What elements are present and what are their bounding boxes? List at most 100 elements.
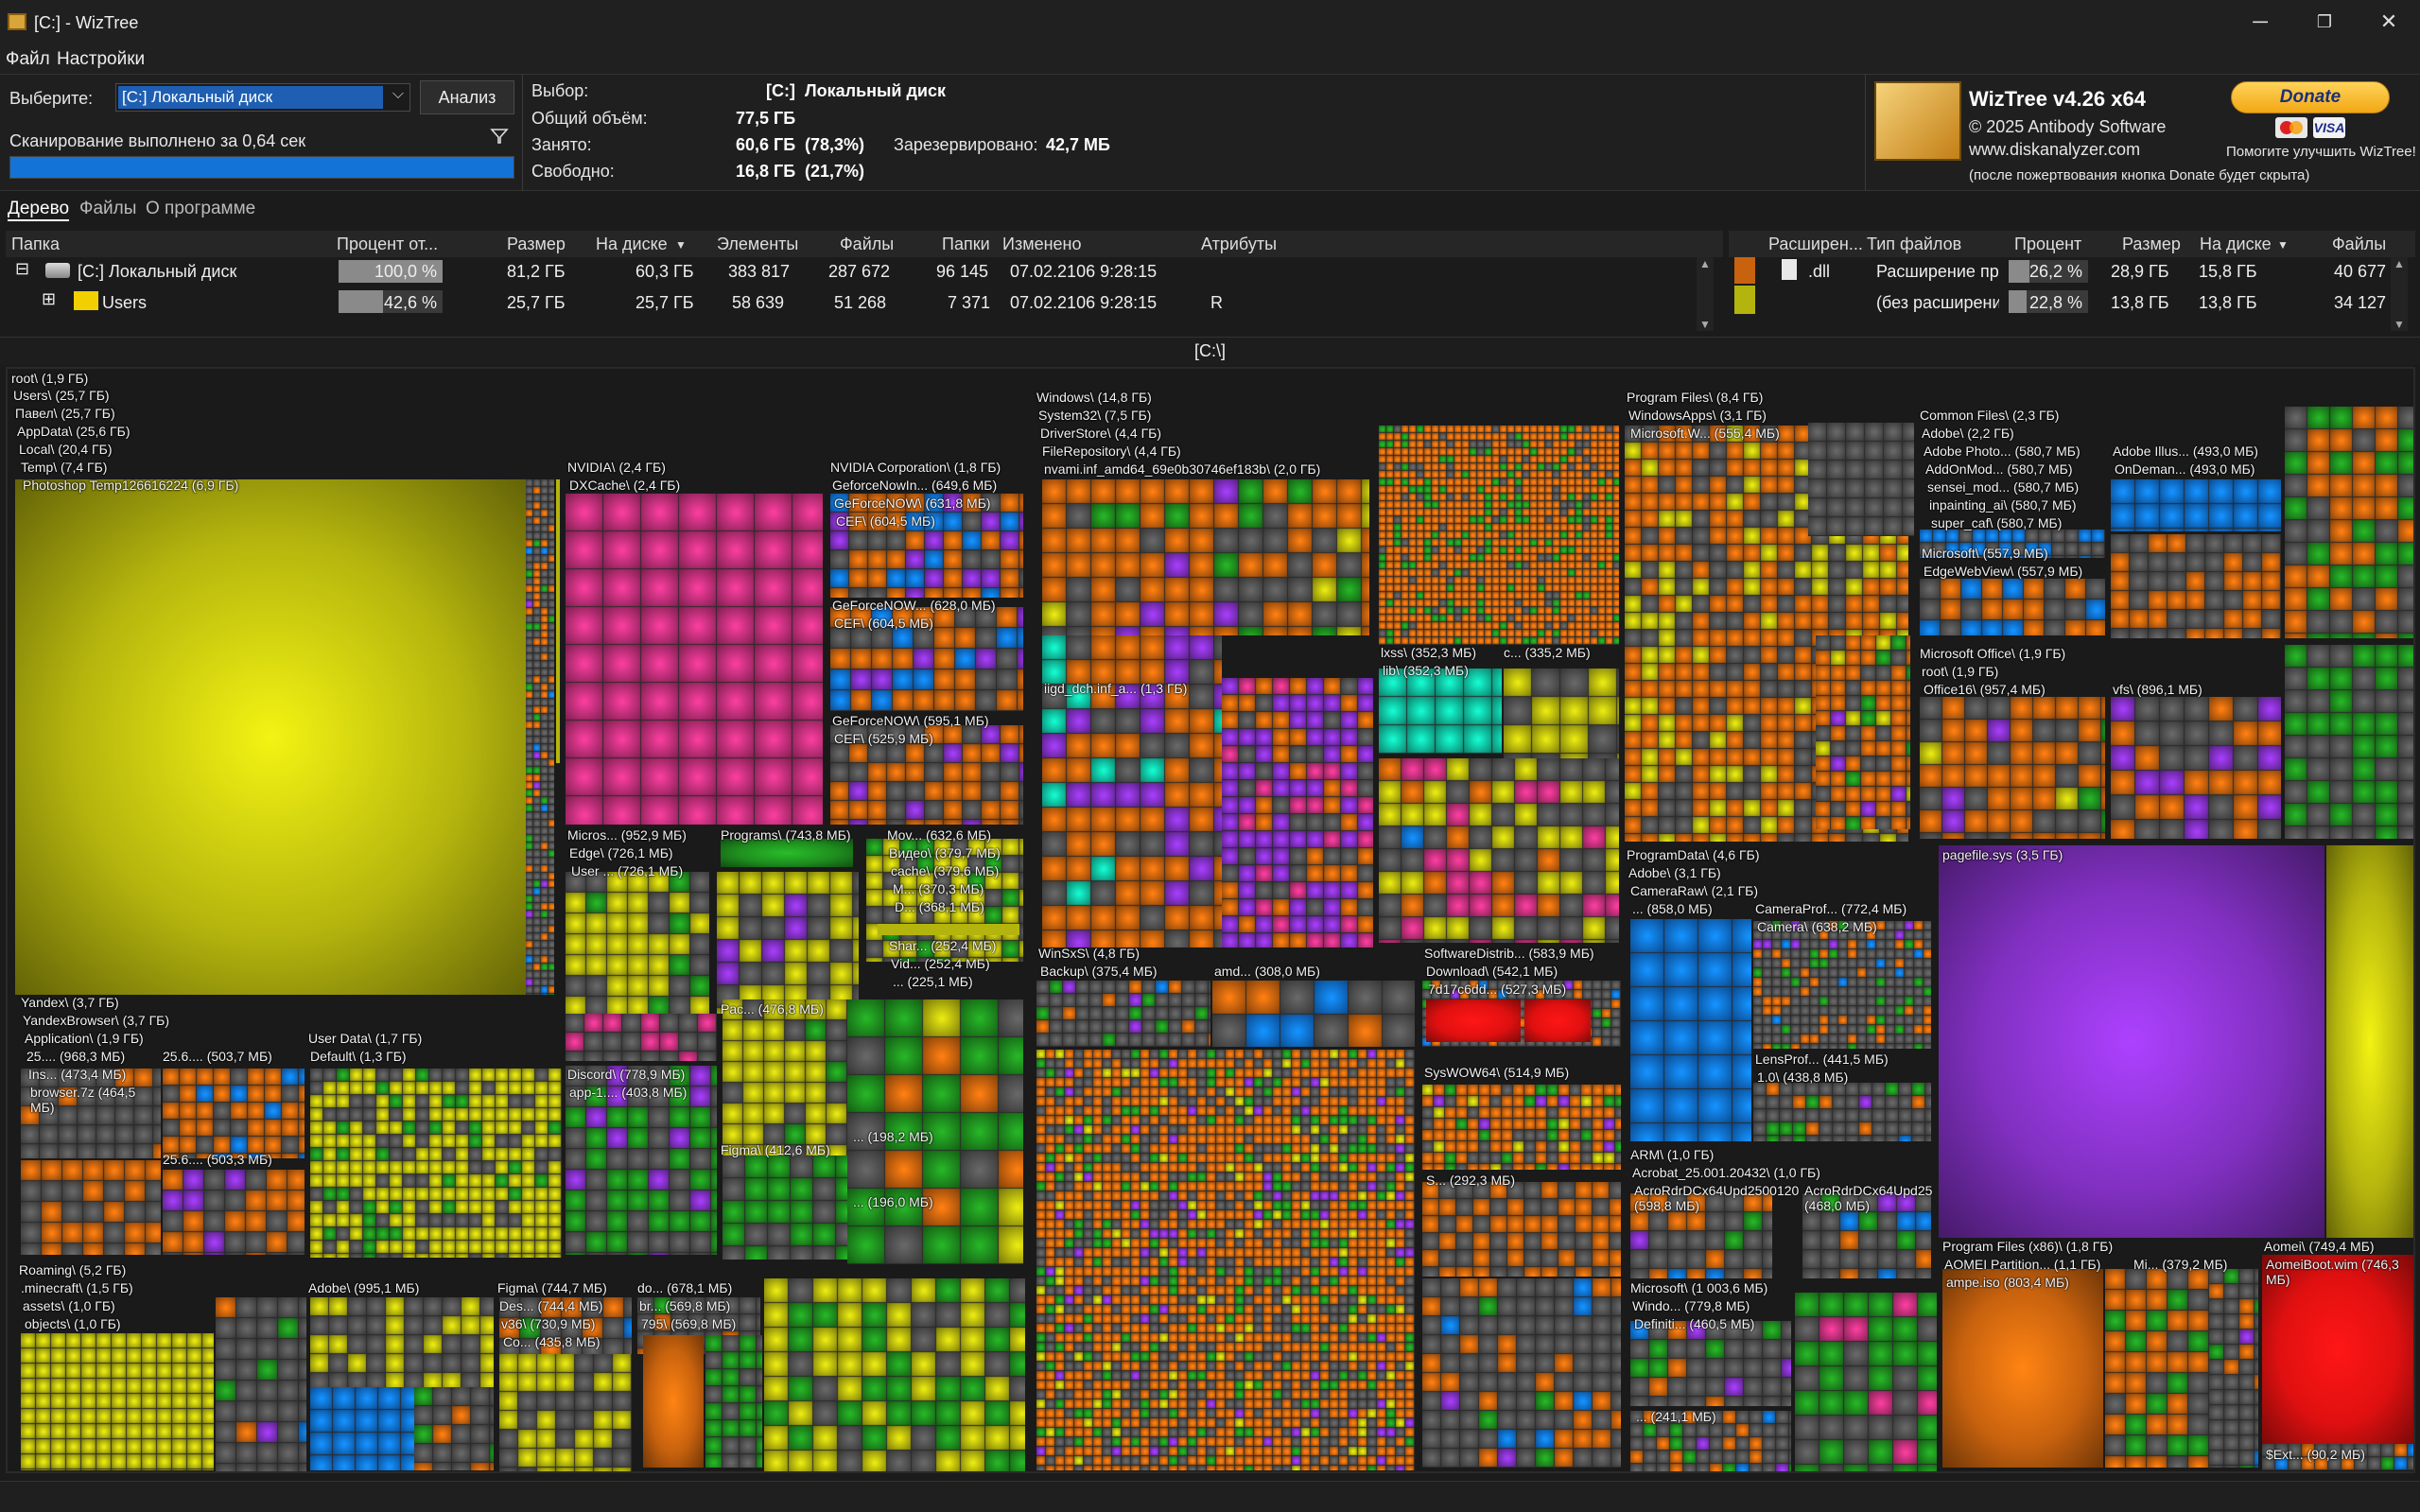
treemap-block[interactable] bbox=[1222, 678, 1373, 947]
treemap-block[interactable] bbox=[163, 1170, 305, 1255]
treemap-block[interactable] bbox=[310, 1069, 562, 1258]
treemap-block[interactable] bbox=[1042, 479, 1369, 635]
donate-button[interactable]: Donate bbox=[2231, 81, 2390, 113]
treemap-block[interactable] bbox=[21, 1160, 161, 1255]
tab-about[interactable]: О программе bbox=[146, 199, 255, 219]
treemap-block[interactable] bbox=[21, 1333, 214, 1470]
treemap-label: Mi... (379,2 МБ) bbox=[2133, 1257, 2228, 1272]
treemap-block[interactable] bbox=[1422, 1085, 1621, 1170]
col-size[interactable]: Размер bbox=[507, 235, 566, 254]
treemap-block[interactable] bbox=[1036, 981, 1210, 1047]
treemap-block[interactable] bbox=[717, 872, 859, 1014]
reserved-label: Зарезервировано: bbox=[894, 135, 1038, 154]
treemap-block[interactable] bbox=[1795, 1293, 1937, 1471]
treemap-block[interactable] bbox=[1426, 999, 1521, 1042]
row-modified: 07.02.2106 9:28:15 bbox=[1010, 293, 1158, 312]
col-ext-files[interactable]: Файлы bbox=[2332, 235, 2386, 254]
treemap-block[interactable] bbox=[310, 1387, 414, 1470]
treemap-block[interactable] bbox=[764, 1278, 1025, 1471]
treemap[interactable]: root\ (1,9 ГБ) Users\ (25,7 ГБ) Павел\ (25… bbox=[6, 367, 2415, 1473]
treemap-block[interactable] bbox=[723, 1156, 847, 1260]
col-on-disk[interactable]: На диске bbox=[596, 235, 668, 254]
treemap-block[interactable] bbox=[643, 1335, 704, 1468]
treemap-block[interactable] bbox=[526, 479, 554, 995]
menu-file[interactable]: Файл bbox=[6, 49, 50, 70]
expand-icon[interactable]: ⊞ bbox=[42, 289, 56, 309]
ext-type: Расширение при bbox=[1876, 262, 1999, 281]
treemap-block[interactable] bbox=[1422, 1182, 1621, 1277]
tree-scrollbar[interactable]: ▲ ▼ bbox=[1697, 257, 1714, 331]
col-modified[interactable]: Изменено bbox=[1002, 235, 1081, 254]
analyze-button[interactable]: Анализ bbox=[420, 80, 514, 114]
treemap-block[interactable] bbox=[1808, 423, 1914, 536]
treemap-block[interactable] bbox=[2209, 1269, 2258, 1468]
treemap-block[interactable] bbox=[499, 1354, 632, 1471]
col-ext[interactable]: Расширен... bbox=[1768, 235, 1863, 254]
treemap-block[interactable] bbox=[310, 1297, 494, 1387]
tab-files[interactable]: Файлы bbox=[79, 199, 136, 219]
chevron-down-icon: ⌵ bbox=[392, 86, 404, 102]
treemap-block[interactable] bbox=[2111, 697, 2281, 839]
treemap-block[interactable] bbox=[1422, 1278, 1621, 1468]
col-ext-percent[interactable]: Процент bbox=[2014, 235, 2081, 254]
minimize-button[interactable]: ─ bbox=[2228, 0, 2292, 45]
treemap-label: Павел\ (25,7 ГБ) bbox=[15, 406, 115, 421]
treemap-block[interactable] bbox=[1524, 999, 1591, 1042]
col-type[interactable]: Тип файлов bbox=[1867, 235, 1961, 254]
free-label: Свободно: bbox=[531, 162, 615, 181]
treemap-block[interactable] bbox=[878, 924, 1019, 935]
treemap-block[interactable] bbox=[163, 1069, 305, 1158]
treemap-block[interactable] bbox=[556, 479, 560, 763]
treemap-block[interactable] bbox=[216, 1297, 306, 1471]
treemap-block[interactable] bbox=[566, 1014, 717, 1061]
col-files[interactable]: Файлы bbox=[840, 235, 894, 254]
treemap-block[interactable] bbox=[1379, 758, 1619, 943]
menu-settings[interactable]: Настройки bbox=[57, 49, 145, 70]
treemap-block[interactable] bbox=[1504, 669, 1619, 758]
treemap-block[interactable] bbox=[1920, 579, 2105, 635]
treemap-block[interactable] bbox=[2105, 1269, 2209, 1468]
treemap-block[interactable] bbox=[1212, 981, 1415, 1047]
treemap-block[interactable] bbox=[2285, 407, 2413, 638]
treemap-block[interactable] bbox=[2111, 534, 2281, 638]
treemap-block[interactable] bbox=[2285, 645, 2413, 839]
photoshop-temp-block[interactable] bbox=[15, 479, 526, 995]
treemap-block[interactable] bbox=[1816, 635, 1910, 829]
col-ext-on-disk[interactable]: На диске bbox=[2200, 235, 2272, 254]
treemap-block[interactable] bbox=[1379, 426, 1619, 645]
treemap-block[interactable] bbox=[566, 872, 709, 1014]
treemap-block[interactable] bbox=[1753, 921, 1931, 1049]
treemap-block[interactable] bbox=[2326, 845, 2413, 1238]
treemap-block[interactable] bbox=[1630, 919, 1751, 1141]
treemap-block[interactable] bbox=[705, 1335, 762, 1468]
col-percent[interactable]: Процент от... bbox=[337, 235, 438, 254]
pagefile-block[interactable] bbox=[1939, 845, 2324, 1238]
treemap-block[interactable] bbox=[1942, 1269, 2103, 1468]
close-button[interactable]: ✕ bbox=[2357, 0, 2420, 45]
treemap-block[interactable] bbox=[1753, 1083, 1931, 1141]
ext-scrollbar[interactable]: ▲ ▼ bbox=[2391, 257, 2408, 331]
maximize-button[interactable]: ❐ bbox=[2292, 0, 2357, 45]
col-attributes[interactable]: Атрибуты bbox=[1201, 235, 1277, 254]
website-link[interactable]: www.diskanalyzer.com bbox=[1969, 140, 2140, 160]
drive-select[interactable]: [C:] Локальный диск ⌵ bbox=[115, 83, 410, 112]
treemap-block[interactable] bbox=[414, 1387, 494, 1470]
tab-tree[interactable]: Дерево bbox=[8, 199, 70, 221]
treemap-block[interactable] bbox=[1379, 669, 1502, 754]
collapse-icon[interactable]: ⊟ bbox=[15, 259, 29, 279]
treemap-label: Download\ (542,1 МБ) bbox=[1426, 964, 1558, 979]
col-ext-size[interactable]: Размер bbox=[2122, 235, 2181, 254]
col-folder[interactable]: Папка bbox=[11, 235, 60, 254]
app-name: WizTree v4.26 x64 bbox=[1969, 87, 2146, 111]
filter-icon[interactable] bbox=[490, 127, 509, 146]
treemap-block[interactable] bbox=[1920, 697, 2105, 839]
treemap-block[interactable] bbox=[1630, 1321, 1791, 1406]
col-items[interactable]: Элементы bbox=[717, 235, 798, 254]
ext-name: .dll bbox=[1808, 262, 1831, 281]
treemap-label: Windo... (779,8 МБ) bbox=[1632, 1298, 1750, 1313]
col-folders[interactable]: Папки bbox=[942, 235, 990, 254]
treemap-block[interactable] bbox=[2111, 479, 2281, 531]
treemap-block[interactable] bbox=[1036, 1050, 1415, 1470]
treemap-block[interactable] bbox=[721, 839, 853, 867]
dxcache-block[interactable] bbox=[566, 494, 823, 825]
